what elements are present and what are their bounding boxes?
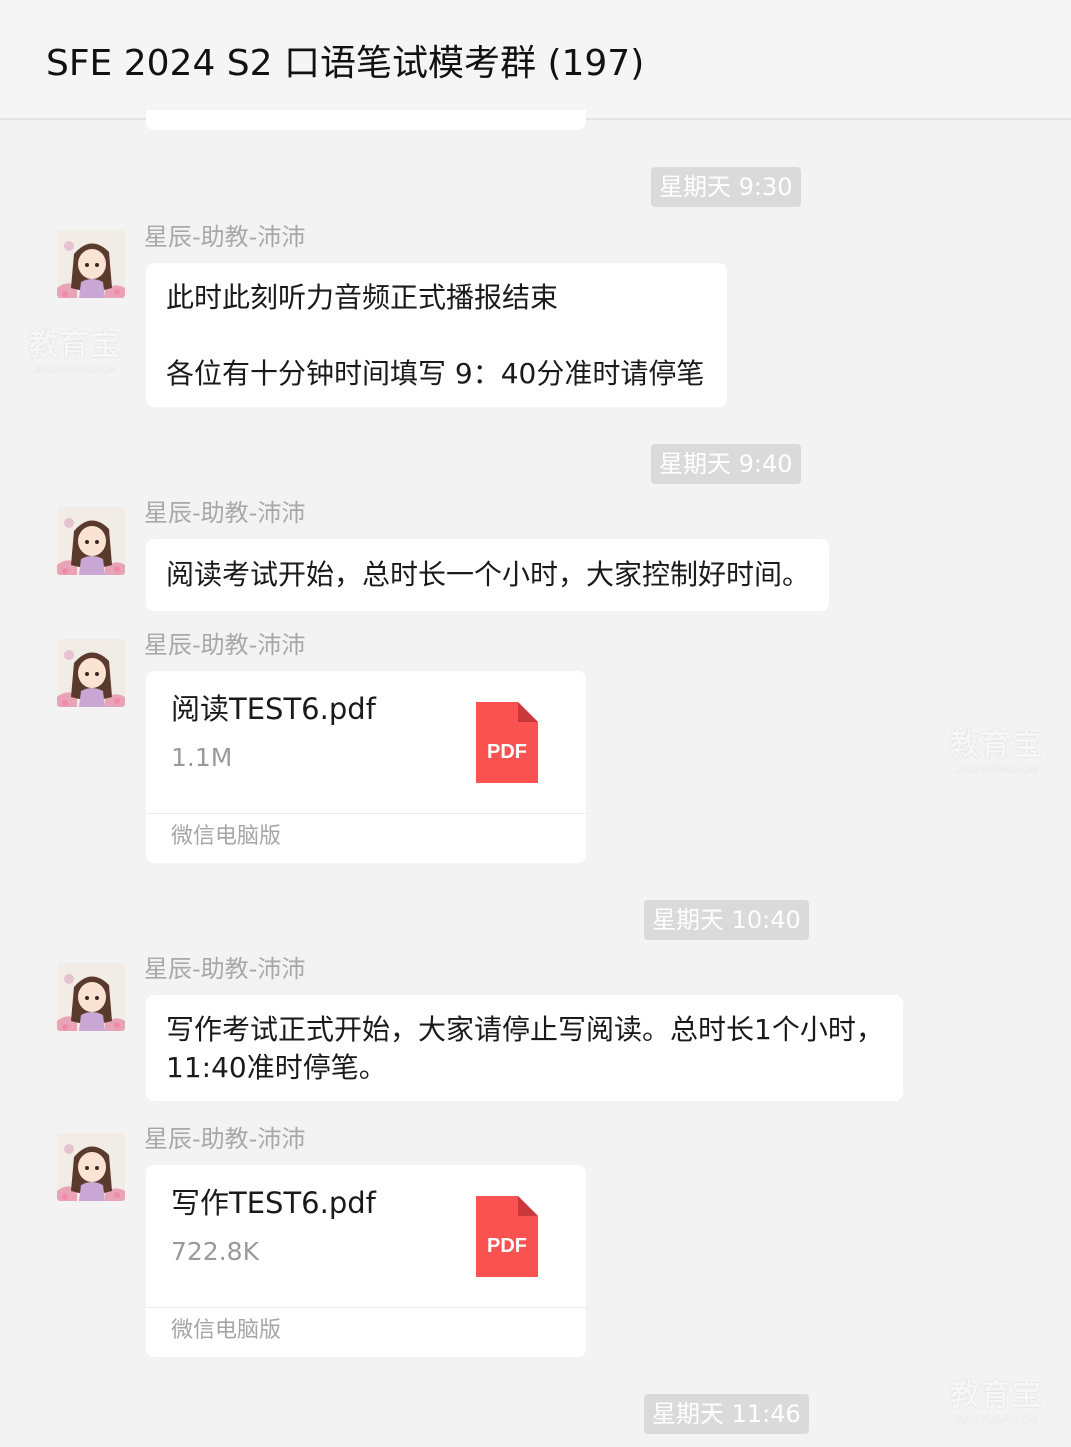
- sender-name: 星辰-助教-沛沛: [144, 499, 306, 527]
- avatar-illustration-icon: [57, 507, 125, 575]
- pdf-label: PDF: [487, 1235, 527, 1257]
- message-text: 11:40准时停笔。: [166, 1051, 387, 1084]
- previous-message-bubble[interactable]: [146, 110, 586, 130]
- message-text: 各位有十分钟时间填写 9：40分准时请停笔: [166, 357, 705, 390]
- timestamp: 星期天 11:46: [644, 1394, 809, 1434]
- pdf-label: PDF: [487, 741, 527, 763]
- file-source-label: 微信电脑版: [171, 1318, 282, 1343]
- sender-name: 星辰-助教-沛沛: [144, 223, 306, 251]
- timestamp: 星期天 9:40: [651, 444, 801, 484]
- divider: [146, 813, 586, 814]
- watermark-logo: 教育宝 JIAOYUBAO.CN: [949, 728, 1043, 776]
- pdf-file-icon: PDF: [476, 1196, 538, 1277]
- message-text: 阅读考试开始，总时长一个小时，大家控制好时间。: [166, 558, 811, 591]
- file-source-label: 微信电脑版: [171, 824, 282, 849]
- watermark-logo: 教育宝 JIAOYUBAO.CN: [28, 328, 122, 376]
- chat-header: SFE 2024 S2 口语笔试模考群 (197): [0, 0, 1071, 120]
- file-message-card[interactable]: 写作TEST6.pdf 722.8K PDF 微信电脑版: [146, 1165, 586, 1357]
- avatar[interactable]: [57, 1133, 125, 1201]
- avatar-illustration-icon: [57, 230, 125, 298]
- avatar[interactable]: [57, 639, 125, 707]
- message-text: 此时此刻听力音频正式播报结束: [166, 281, 559, 314]
- file-size: 722.8K: [171, 1237, 259, 1266]
- avatar[interactable]: [57, 507, 125, 575]
- message-bubble[interactable]: 此时此刻听力音频正式播报结束 各位有十分钟时间填写 9：40分准时请停笔: [146, 263, 727, 407]
- file-name: 写作TEST6.pdf: [171, 1186, 376, 1220]
- divider: [146, 1307, 586, 1308]
- avatar-illustration-icon: [57, 1133, 125, 1201]
- message-bubble[interactable]: 阅读考试开始，总时长一个小时，大家控制好时间。: [146, 539, 829, 611]
- sender-name: 星辰-助教-沛沛: [144, 955, 306, 983]
- file-name: 阅读TEST6.pdf: [171, 692, 376, 726]
- avatar[interactable]: [57, 230, 125, 298]
- chat-title: SFE 2024 S2 口语笔试模考群 (197): [46, 43, 645, 84]
- avatar[interactable]: [57, 963, 125, 1031]
- pdf-file-icon: PDF: [476, 702, 538, 783]
- sender-name: 星辰-助教-沛沛: [144, 1125, 306, 1153]
- avatar-illustration-icon: [57, 963, 125, 1031]
- sender-name: 星辰-助教-沛沛: [144, 631, 306, 659]
- avatar-illustration-icon: [57, 639, 125, 707]
- watermark-logo: 教育宝 JIAOYUBAO.CN: [949, 1378, 1043, 1426]
- message-text: 写作考试正式开始，大家请停止写阅读。总时长1个小时，: [166, 1013, 884, 1046]
- timestamp: 星期天 10:40: [644, 900, 809, 940]
- timestamp: 星期天 9:30: [651, 167, 801, 207]
- chat-window: SFE 2024 S2 口语笔试模考群 (197) 星期天 9:30 星辰-助教…: [0, 0, 1071, 1447]
- message-bubble[interactable]: 写作考试正式开始，大家请停止写阅读。总时长1个小时， 11:40准时停笔。: [146, 995, 903, 1101]
- file-size: 1.1M: [171, 743, 233, 772]
- file-message-card[interactable]: 阅读TEST6.pdf 1.1M PDF 微信电脑版: [146, 671, 586, 863]
